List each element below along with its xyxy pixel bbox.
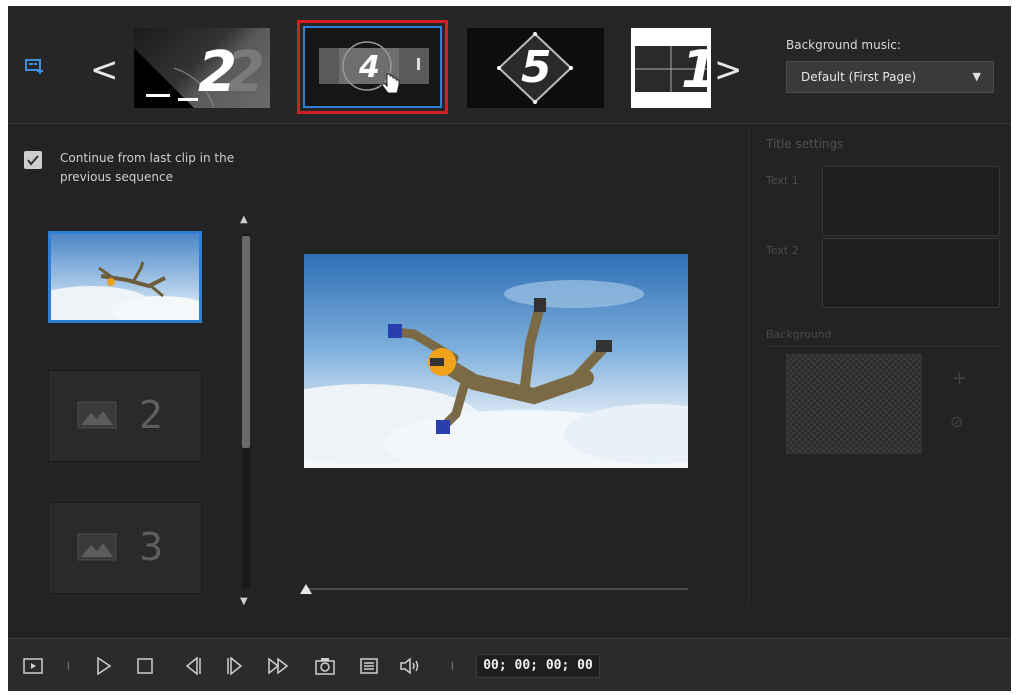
chevron-down-icon: ▼ <box>972 70 981 83</box>
text-2-label: Text 2 <box>766 244 799 257</box>
clip-thumb-1-selected[interactable] <box>48 231 202 323</box>
continue-checkbox-label: Continue from last clip in the previous … <box>60 151 235 184</box>
stop-icon[interactable] <box>134 655 156 677</box>
template-5-number: 5 <box>521 42 552 93</box>
template-2-number: 2 <box>198 40 237 105</box>
template-4-frame: 4 <box>303 26 442 108</box>
skydiver-thumbnail-image <box>51 234 199 320</box>
clip-3-number: 3 <box>139 525 164 569</box>
remove-background-icon[interactable]: ⊘ <box>950 412 963 431</box>
text-1-field[interactable] <box>822 166 1000 236</box>
template-1-number: 1 <box>681 40 711 100</box>
background-label: Background <box>766 328 832 341</box>
preview-timeline-track[interactable] <box>306 588 688 590</box>
volume-icon[interactable] <box>398 655 422 677</box>
clip-thumb-2[interactable]: 2 <box>48 370 202 462</box>
display-settings-icon[interactable] <box>358 655 380 677</box>
image-placeholder-icon <box>77 401 117 429</box>
scroll-down-arrow-icon[interactable]: ▼ <box>240 596 248 607</box>
add-background-icon[interactable]: + <box>952 368 967 389</box>
template-thumb-1[interactable]: 1 <box>631 28 711 108</box>
template-4-number: 4 <box>359 50 380 85</box>
template-strip: < 2 2 4 5 > Background music: Default (F… <box>8 6 1011 124</box>
hand-cursor-icon <box>381 73 400 94</box>
prev-template-button[interactable]: < <box>90 50 119 90</box>
next-template-button[interactable]: > <box>714 50 743 90</box>
timeline-playhead-handle[interactable] <box>300 584 312 594</box>
next-frame-icon[interactable] <box>224 655 246 677</box>
slideshow-designer-window: < 2 2 4 5 > Background music: Default (F… <box>8 6 1011 691</box>
scroll-up-arrow-icon[interactable]: ▲ <box>240 214 248 225</box>
checkmark-icon <box>27 155 39 166</box>
background-music-label: Background music: <box>786 38 901 52</box>
background-divider <box>766 346 1000 347</box>
snapshot-camera-icon[interactable] <box>314 655 336 677</box>
add-template-icon[interactable] <box>25 58 45 74</box>
clip-thumb-3[interactable]: 3 <box>48 502 202 594</box>
play-icon[interactable] <box>92 655 114 677</box>
background-music-dropdown[interactable]: Default (First Page) ▼ <box>786 61 994 93</box>
clip-list-scrollbar-thumb[interactable] <box>242 236 250 448</box>
template-thumb-5[interactable]: 5 <box>467 28 604 108</box>
playback-toolbar: 00; 00; 00; 00 <box>8 638 1011 691</box>
text-1-label: Text 1 <box>766 174 799 187</box>
clip-2-number: 2 <box>139 393 164 437</box>
preview-mode-icon[interactable] <box>22 655 44 677</box>
timecode-display[interactable]: 00; 00; 00; 00 <box>476 654 600 678</box>
skydiver-preview-image <box>304 254 688 468</box>
toolbar-separator <box>452 662 453 670</box>
toolbar-separator <box>68 662 69 670</box>
fast-forward-icon[interactable] <box>266 655 292 677</box>
background-music-value: Default (First Page) <box>801 70 917 84</box>
title-settings-heading: Title settings <box>766 137 844 151</box>
previous-frame-icon[interactable] <box>182 655 204 677</box>
text-2-field[interactable] <box>822 238 1000 308</box>
template-thumb-2[interactable]: 2 2 <box>134 28 270 108</box>
template-thumb-4-selected[interactable]: 4 <box>297 20 448 114</box>
image-placeholder-icon <box>77 533 117 561</box>
continue-checkbox[interactable] <box>24 151 42 169</box>
preview-image <box>304 254 688 468</box>
panel-divider <box>748 128 749 604</box>
background-swatch[interactable] <box>786 354 922 454</box>
